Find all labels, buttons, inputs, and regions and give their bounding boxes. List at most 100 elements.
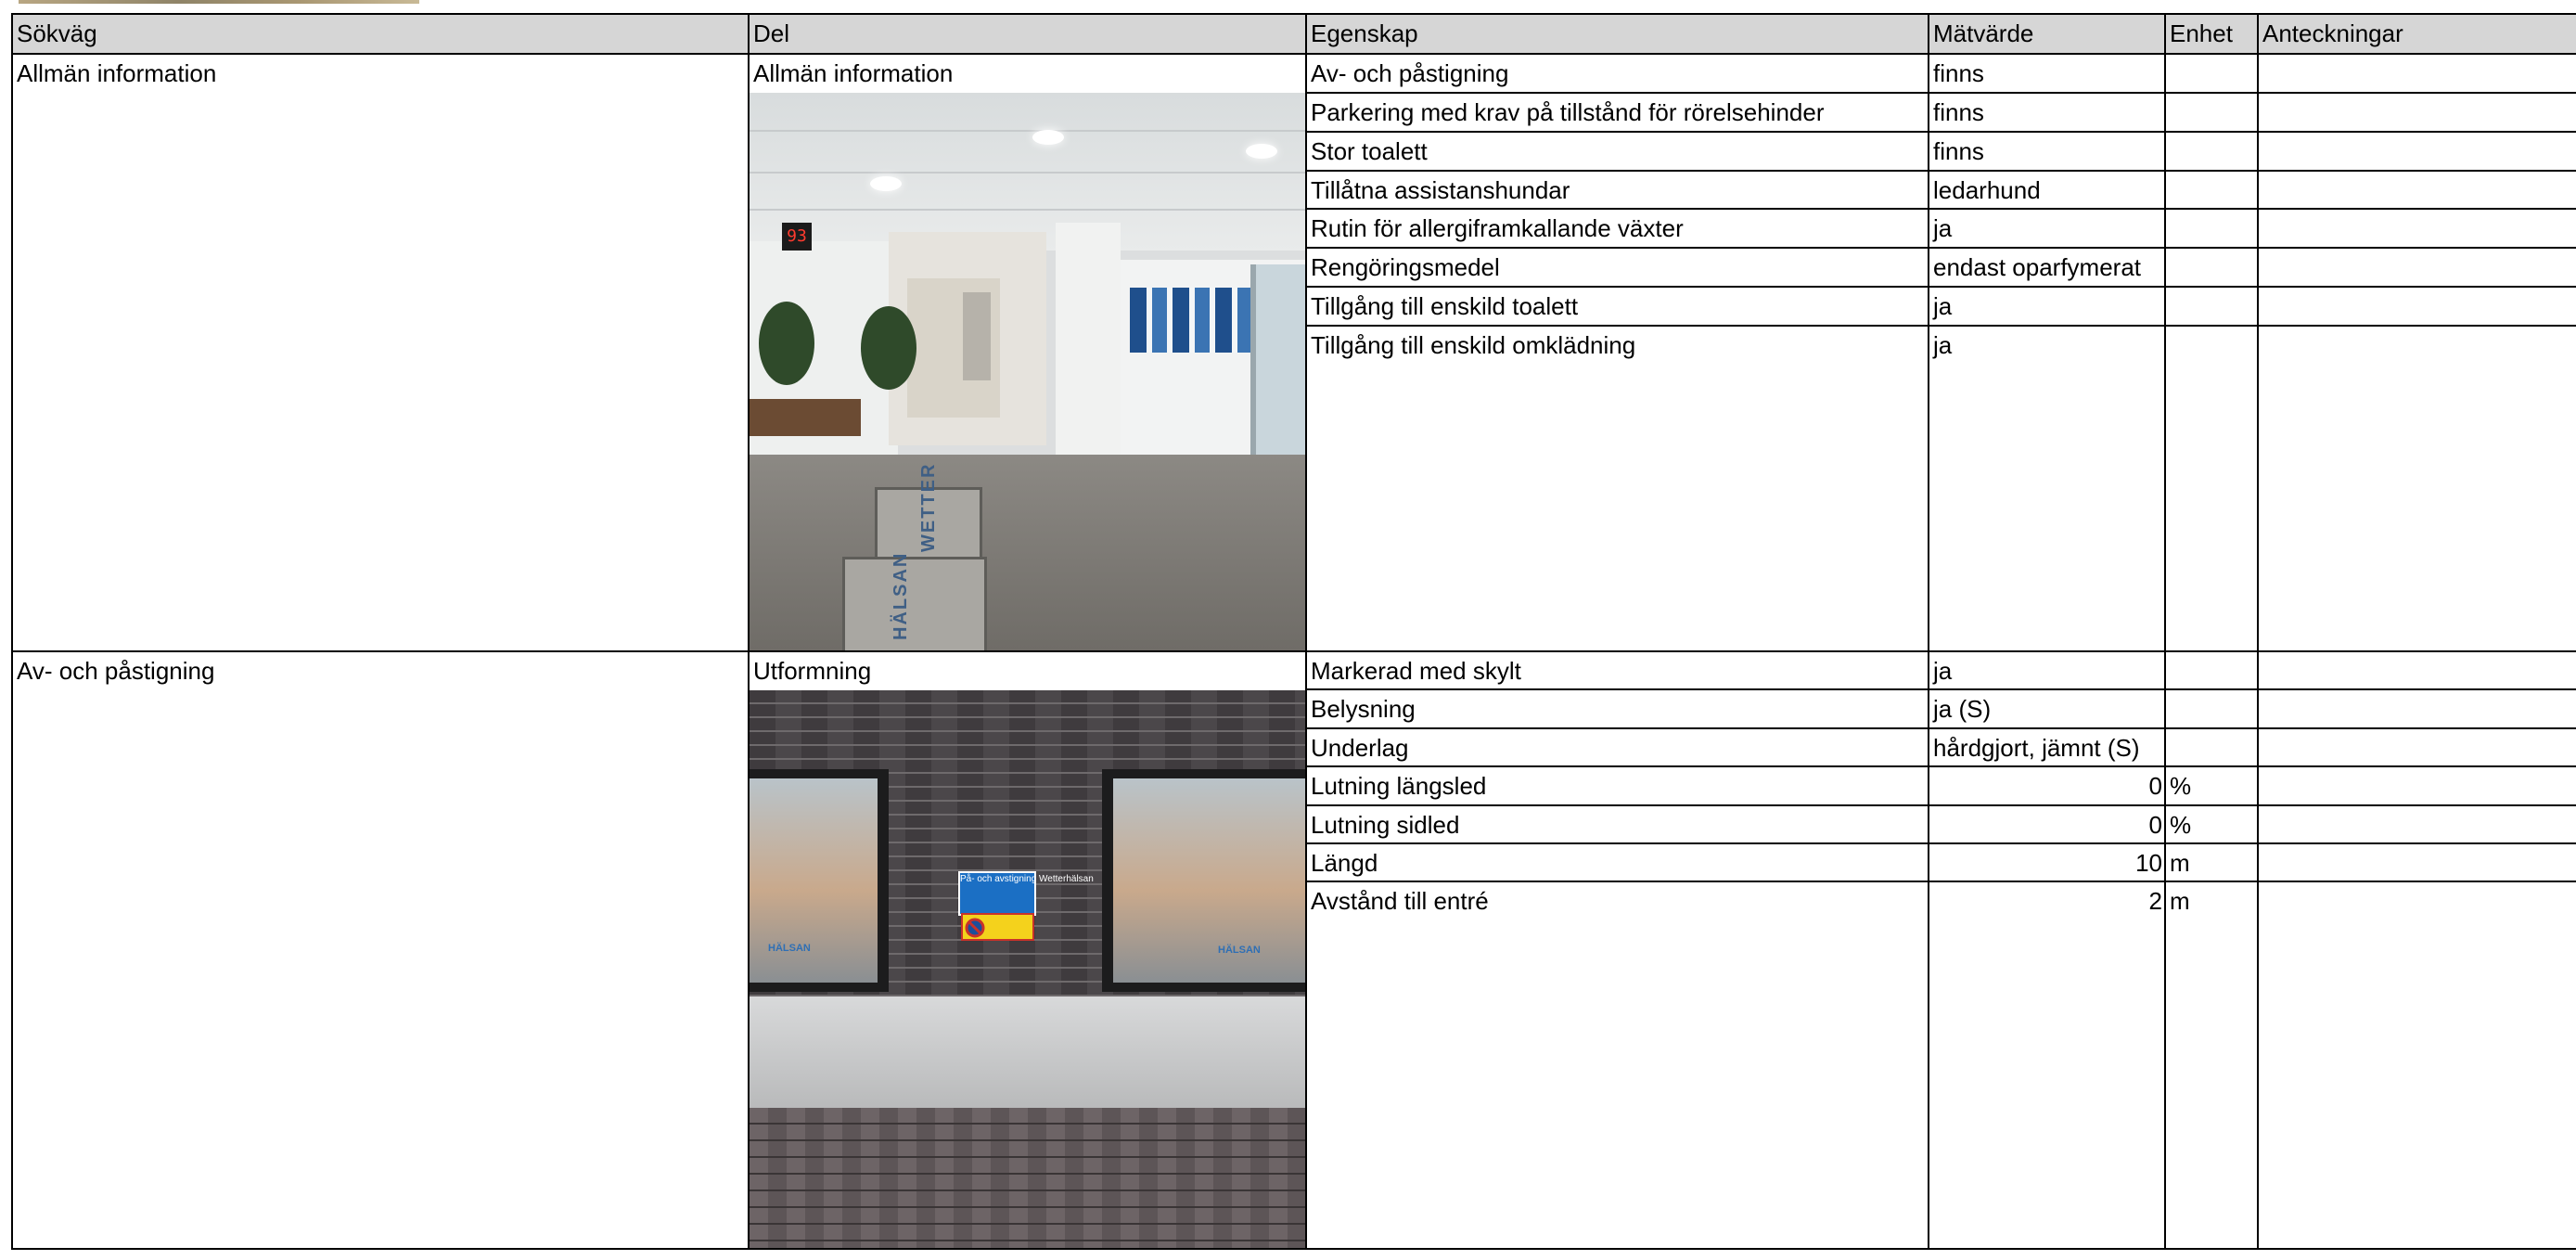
notes-cell [2257, 765, 2576, 806]
notes-cell [2257, 208, 2576, 250]
notes-cell [2257, 649, 2576, 691]
property-cell: Längd [1305, 842, 1929, 883]
notes-cell [2257, 688, 2576, 729]
table-row: Av- och påstigning Utformning På- och av… [11, 649, 2576, 1250]
unit-cell [2164, 208, 2259, 250]
floor [750, 455, 1304, 649]
ceiling-lamp [870, 176, 902, 191]
notes-cell [2257, 324, 2576, 653]
unit-cell [2164, 91, 2259, 133]
part-cell: Allmän information 93 WETTER HÄLSAN [748, 53, 1307, 652]
value-cell: ja [1928, 649, 2166, 691]
property-cell: Underlag [1305, 726, 1929, 768]
notes-cell [2257, 881, 2576, 1250]
value-cell: 0 [1928, 765, 2166, 806]
value-cell: ja [1928, 208, 2166, 250]
unit-cell [2164, 726, 2259, 768]
property-cell: Avstånd till entré [1305, 881, 1929, 1250]
drop-off-sign: På- och avstigning Wetterhälsan [958, 871, 1094, 916]
unit-cell [2164, 169, 2259, 211]
unit-cell [2164, 324, 2259, 653]
window-logo-text: HÄLSAN [768, 943, 811, 954]
reception-counter [750, 399, 861, 436]
unit-cell [2164, 649, 2259, 691]
column-header-path: Sökväg [11, 13, 750, 55]
window-glass [1113, 778, 1304, 983]
table-row: Allmän information Allmän information 93… [11, 53, 2576, 652]
glass-door [1250, 264, 1304, 478]
stone-base [750, 996, 1304, 1108]
value-cell: ja (S) [1928, 688, 2166, 729]
property-cell: Belysning [1305, 688, 1929, 729]
property-cell: Tillåtna assistanshundar [1305, 169, 1929, 211]
door [963, 292, 991, 380]
column-header-property: Egenskap [1305, 13, 1929, 55]
value-cell: hårdgjort, jämnt (S) [1928, 726, 2166, 768]
path-cell: Av- och påstigning [11, 650, 750, 1250]
notes-cell [2257, 169, 2576, 211]
property-cell: Parkering med krav på tillstånd för röre… [1305, 91, 1929, 133]
part-title: Allmän information [753, 59, 954, 87]
value-cell: 10 [1928, 842, 2166, 883]
ceiling-tile-line [750, 130, 1304, 132]
value-cell: finns [1928, 53, 2166, 94]
ceiling-lamp [1032, 130, 1064, 145]
notes-cell [2257, 804, 2576, 844]
value-cell: finns [1928, 130, 2166, 172]
value-cell: 2 [1928, 881, 2166, 1250]
unit-cell [2164, 688, 2259, 729]
unit-cell: m [2164, 842, 2259, 883]
unit-cell [2164, 53, 2259, 94]
plant [759, 302, 814, 385]
notes-cell [2257, 53, 2576, 94]
column-header-part: Del [748, 13, 1307, 55]
ceiling-lamp [1246, 144, 1277, 159]
notes-cell [2257, 91, 2576, 133]
ceiling-tile-line [750, 209, 1304, 211]
property-cell: Lutning sidled [1305, 804, 1929, 844]
property-cell: Av- och påstigning [1305, 53, 1929, 94]
property-cell: Rutin för allergiframkallande växter [1305, 208, 1929, 250]
part-title: Utformning [753, 657, 872, 685]
notes-cell [2257, 842, 2576, 883]
lobby-photo: 93 WETTER HÄLSAN [750, 93, 1304, 649]
notes-cell [2257, 130, 2576, 172]
column-header-notes: Anteckningar [2257, 13, 2576, 55]
property-cell: Stor toalett [1305, 130, 1929, 172]
path-cell: Allmän information [11, 53, 750, 652]
column-header-unit: Enhet [2164, 13, 2259, 55]
notes-cell [2257, 286, 2576, 327]
queue-number-display: 93 [782, 223, 812, 251]
unit-cell: % [2164, 804, 2259, 844]
notes-cell [2257, 726, 2576, 768]
property-cell: Markerad med skylt [1305, 649, 1929, 691]
plant [861, 306, 916, 390]
top-image-strip [19, 0, 419, 4]
unit-cell: % [2164, 765, 2259, 806]
property-cell: Tillgång till enskild omklädning [1305, 324, 1929, 653]
no-parking-sign [961, 913, 1034, 941]
property-cell: Rengöringsmedel [1305, 247, 1929, 289]
header-row: Sökväg Del Egenskap Mätvärde Enhet Antec… [11, 13, 2576, 55]
unit-cell [2164, 247, 2259, 289]
property-cell: Tillgång till enskild toalett [1305, 286, 1929, 327]
unit-cell [2164, 286, 2259, 327]
facade-photo: På- och avstigning Wetterhälsan HÄLSAN H… [750, 690, 1304, 1247]
unit-cell [2164, 130, 2259, 172]
no-parking-icon [965, 918, 985, 938]
value-cell: ja [1928, 286, 2166, 327]
value-cell: 0 [1928, 804, 2166, 844]
mat-logo-text: WETTER [918, 462, 939, 552]
paving [750, 1108, 1304, 1247]
window [1102, 769, 1304, 992]
value-cell: ledarhund [1928, 169, 2166, 211]
property-cell: Lutning längsled [1305, 765, 1929, 806]
mat-logo-text: HÄLSAN [891, 551, 911, 640]
ceiling-tile-line [750, 172, 1304, 174]
accessibility-report-table: Sökväg Del Egenskap Mätvärde Enhet Antec… [11, 13, 2576, 1250]
value-cell: ja [1928, 324, 2166, 653]
part-cell: Utformning På- och avstigning Wetterhäls… [748, 650, 1307, 1250]
notes-cell [2257, 247, 2576, 289]
unit-cell: m [2164, 881, 2259, 1250]
column-header-value: Mätvärde [1928, 13, 2166, 55]
